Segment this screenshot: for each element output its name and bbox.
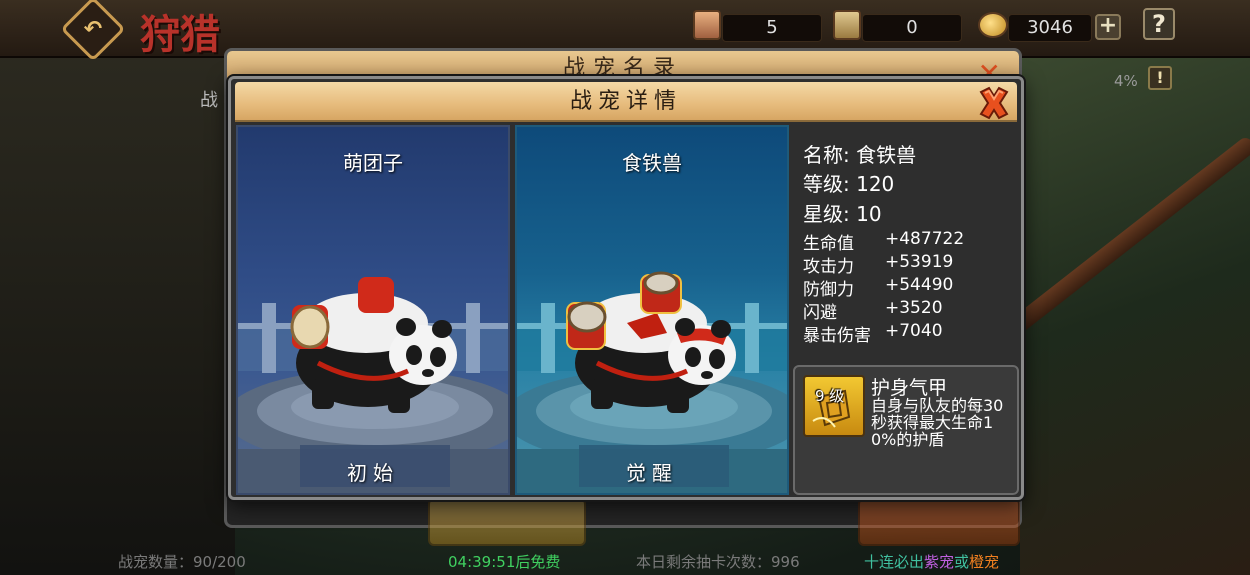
free-timer-label: 04:39:51后免费 — [448, 553, 561, 571]
stat-row-attack: 攻击力 +53919 — [803, 252, 1013, 277]
map-ticket-icon — [833, 10, 861, 40]
stat-row-crit-damage: 暴击伤害 +7040 — [803, 321, 1013, 346]
guarantee-prefix: 十连必出 — [864, 553, 925, 571]
close-icon — [979, 86, 1009, 120]
pet-state-awakened: 觉醒 — [626, 461, 678, 485]
background-side-label: 战 — [200, 90, 218, 111]
resource-map-count: 0 — [862, 14, 962, 42]
stat-value: +53919 — [885, 252, 954, 272]
guarantee-purple: 紫宠 — [924, 553, 955, 571]
pet-card-initial[interactable]: 萌团子 初始 — [236, 125, 510, 495]
stat-label: 生命值 — [803, 234, 854, 254]
free-draw-button[interactable] — [428, 498, 586, 546]
stat-label: 防御力 — [803, 280, 854, 300]
bottom-bar: 战宠数量：90/200 04:39:51后免费 本日剩余抽卡次数：996 十连必… — [0, 545, 1250, 575]
pet-star-line: 星级: 10 — [803, 202, 882, 226]
pet-state-initial: 初始 — [347, 461, 399, 485]
stat-value: +54490 — [885, 275, 954, 295]
help-button[interactable]: ? — [1143, 8, 1175, 40]
pet-scene-initial — [238, 277, 508, 493]
draws-left-label: 本日剩余抽卡次数：996 — [636, 553, 800, 571]
background-left-pane — [0, 40, 235, 575]
stat-value: +487722 — [885, 229, 965, 249]
back-button[interactable]: ↶ — [60, 0, 126, 62]
skill-icon-frame[interactable]: 9 级 — [803, 375, 865, 437]
stat-label: 闪避 — [803, 303, 837, 323]
gold-ingot-icon — [978, 12, 1008, 38]
skill-box: 9 级 护身气甲 自身与队友的每30秒获得最大生命10%的护盾 — [793, 365, 1019, 495]
dialog-title: 战宠详情 — [569, 89, 682, 114]
dialog-header: 战宠详情 — [235, 82, 1017, 122]
stat-label: 暴击伤害 — [803, 326, 871, 346]
guarantee-label: 十连必出紫宠或橙宠 — [864, 551, 999, 572]
stat-value: +7040 — [885, 321, 943, 341]
back-arrow-icon: ↶ — [83, 16, 103, 42]
guarantee-orange: 橙宠 — [969, 553, 1000, 571]
resource-scroll-count: 5 — [722, 14, 822, 42]
skill-description: 自身与队友的每30秒获得最大生命10%的护盾 — [871, 396, 1004, 449]
guarantee-or: 或 — [954, 553, 970, 571]
skill-level: 9 级 — [815, 387, 845, 405]
stat-row-dodge: 闪避 +3520 — [803, 298, 1013, 323]
stat-label: 攻击力 — [803, 257, 854, 277]
pet-name-initial: 萌团子 — [343, 151, 403, 175]
scroll-ticket-icon — [693, 10, 721, 40]
add-gold-button[interactable]: + — [1095, 14, 1121, 40]
pet-level-line: 等级: 120 — [803, 172, 895, 196]
pet-count-label: 战宠数量：90/200 — [118, 553, 246, 571]
pet-name-awakened: 食铁兽 — [622, 151, 682, 175]
ten-draw-button[interactable] — [858, 498, 1020, 546]
close-button[interactable] — [975, 84, 1013, 122]
stat-value: +3520 — [885, 298, 943, 318]
percent-label: 4% — [1114, 72, 1138, 90]
page-title: 狩猎 — [140, 11, 220, 58]
stat-row-hp: 生命值 +487722 — [803, 229, 1013, 254]
pet-detail-dialog: 战宠详情 萌团子 初始 食铁兽 觉醒 名称: 食铁兽 等级: 120 星级: 1… — [228, 76, 1024, 500]
pet-card-awakened[interactable]: 食铁兽 觉醒 — [515, 125, 789, 495]
pet-scene-awakened — [517, 271, 787, 493]
warning-icon[interactable]: ! — [1148, 66, 1172, 90]
pet-name-line: 名称: 食铁兽 — [803, 143, 917, 167]
resource-gold-count: 3046 — [1008, 14, 1092, 42]
stat-row-defense: 防御力 +54490 — [803, 275, 1013, 300]
